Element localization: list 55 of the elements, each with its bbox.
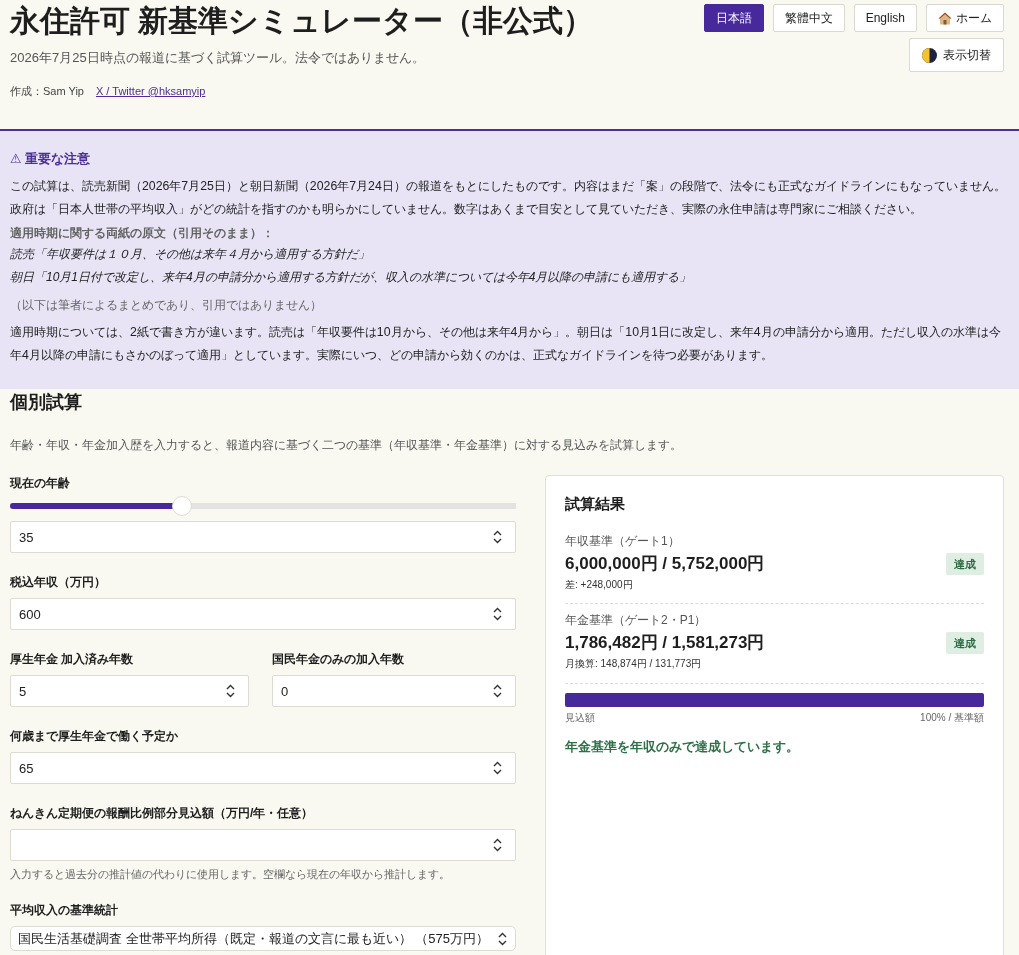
updown-chevron-icon[interactable] (226, 684, 235, 698)
updown-chevron-icon[interactable] (493, 607, 502, 621)
summary-note: （以下は筆者によるまとめであり、引用ではありません） (10, 297, 323, 314)
updown-chevron-icon[interactable] (493, 684, 502, 698)
language-button[interactable]: English (853, 4, 917, 32)
page-subtitle: 2026年7月25日時点の報道に基づく試算ツール。法令ではありません。 (10, 49, 426, 67)
field-label: ねんきん定期便の報酬比例部分見込額（万円/年・任意） (10, 805, 315, 821)
section-title: 個別試算 (10, 391, 83, 414)
house-icon (938, 11, 952, 25)
author-credit: 作成：Sam Yip (10, 84, 84, 99)
language-button[interactable]: 日本語 (703, 4, 764, 32)
slider-thumb[interactable] (172, 496, 193, 516)
gate-note: 差: +248,000円 (565, 578, 634, 592)
section-description: 年齢・年収・年金加入歴を入力すると、報道内容に基づく二つの基準（年収基準・年金基準）に対する見込みを試算します。 (10, 437, 683, 454)
home-button[interactable]: ホーム (926, 4, 1004, 32)
language-button[interactable]: 繁體中文 (772, 4, 845, 32)
result-message: 年金基準を年収のみで達成しています。 (565, 738, 800, 756)
number-field[interactable]: 5 (10, 675, 249, 707)
page-title: 永住許可 新基準シミュレーター（非公式） (10, 3, 594, 39)
number-field[interactable]: 35 (10, 521, 516, 553)
progress-label: 100% / 基準額 (920, 711, 984, 725)
status-badge: 達成 (946, 553, 984, 575)
field-label: 平均収入の基準統計 (10, 902, 119, 918)
result-title: 試算結果 (565, 494, 626, 514)
updown-chevron-icon[interactable] (493, 838, 502, 852)
theme-toggle-button[interactable]: 表示切替 (909, 38, 1004, 72)
select-field[interactable]: 国民生活基礎調査 全世帯平均所得（既定・報道の文言に最も近い） （575万円） (10, 926, 516, 951)
number-field[interactable]: 65 (10, 752, 516, 784)
field-hint: 入力すると過去分の推計値の代わりに使用します。空欄なら現在の年収から推計します。 (10, 867, 451, 881)
gate-label: 年収基準（ゲート1） (565, 533, 681, 549)
twitter-link[interactable]: X / Twitter @hksamyip (95, 83, 206, 99)
field-label: 税込年収（万円） (10, 574, 107, 590)
updown-chevron-icon[interactable] (493, 761, 502, 775)
status-badge: 達成 (946, 632, 984, 654)
gate-amount: 6,000,000円 / 5,752,000円 (565, 553, 765, 575)
number-field[interactable]: 600 (10, 598, 516, 630)
summary-text: 適用時期については、2紙で書き方が違います。読売は「年収要件は10月から、その他は来年4月から」。朝日は「10月1日に改定し、来年4月の申請分から適用。ただし収入の水準は今年4月以降の申請にもさかのぼって適用」としています。実際にいつ、どの申請から効くのかは、正式なガイドラインを待つ必要があります。 (10, 324, 1002, 364)
updown-chevron-icon[interactable] (493, 530, 502, 544)
notice-text: この試算は、読売新聞（2026年7月25日）と朝日新聞（2026年7月24日）の報道をもとにしたものです。内容はまだ「案」の段階で、法令にも正式なガイドラインにもなっていません。政府は「日本人世帯の平均収入」がどの統計を指すのかも明らかにしていません。数字はあくまで目安として見ていただき、実際の永住申請は専門家にご相談ください。 (10, 178, 1007, 218)
gate-note: 月換算: 148,874円 / 131,773円 (565, 657, 703, 671)
quotes-heading: 適用時期に関する両紙の原文（引用そのまま）： (10, 225, 275, 242)
quote-text: 朝日「10月1日付で改定し、来年4月の申請分から適用する方針だが、収入の水準については今年4月以降の申請にも適用する」 (10, 269, 693, 286)
updown-chevron-icon (498, 931, 507, 946)
field-label: 何歳まで厚生年金で働く予定か (10, 728, 179, 744)
field-label: 現在の年齢 (10, 475, 71, 491)
number-field[interactable]: 0 (272, 675, 516, 707)
gate-amount: 1,786,482円 / 1,581,273円 (565, 632, 765, 654)
quote-text: 読売「年収要件は１０月、その他は来年４月から適用する方針だ」 (10, 246, 371, 263)
notice-title: ⚠ 重要な注意 (10, 150, 92, 168)
gate-label: 年金基準（ゲート2・P1） (565, 612, 708, 628)
progress-label: 見込額 (565, 711, 595, 725)
field-label: 厚生年金 加入済み年数 (10, 651, 135, 667)
half-moon-icon (922, 47, 937, 63)
number-field[interactable] (10, 829, 516, 861)
field-label: 国民年金のみの加入年数 (272, 651, 405, 667)
